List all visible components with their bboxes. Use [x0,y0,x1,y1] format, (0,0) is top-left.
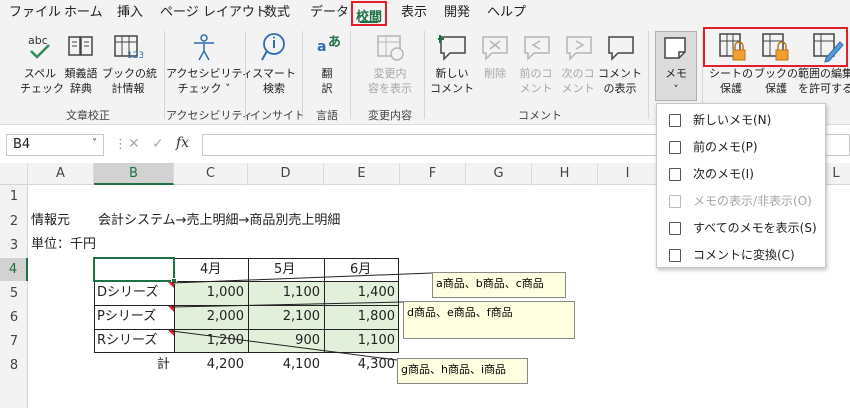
note-popup[interactable]: g商品、h商品、i商品 [397,358,528,384]
note-text: a商品、b商品、c商品 [436,277,544,290]
menu-item-label: すべてのメモを表示(S) [693,221,817,235]
show-hide-note-icon [669,195,681,208]
notes-dropdown-menu: 新しいメモ(N) 前のメモ(P) 次のメモ(I) メモの表示/非表示(O) すべ… [656,103,826,268]
note-popup[interactable]: a商品、b商品、c商品 [432,272,566,298]
note-popup[interactable]: d商品、e商品、f商品 [403,301,575,339]
new-note-icon [669,114,681,127]
menu-item-next-note[interactable]: 次のメモ(I) [657,161,825,188]
note-text: g商品、h商品、i商品 [401,363,507,376]
next-note-icon [669,168,681,181]
note-text: d商品、e商品、f商品 [407,306,513,319]
menu-item-label: 新しいメモ(N) [693,113,772,127]
menu-item-show-hide-note[interactable]: メモの表示/非表示(O) [657,188,825,215]
menu-item-label: 次のメモ(I) [693,167,754,181]
menu-item-label: メモの表示/非表示(O) [693,194,812,208]
prev-note-icon [669,141,681,154]
menu-item-prev-note[interactable]: 前のメモ(P) [657,134,825,161]
menu-item-label: コメントに変換(C) [693,248,795,262]
menu-item-new-note[interactable]: 新しいメモ(N) [657,107,825,134]
menu-item-convert-to-comments[interactable]: コメントに変換(C) [657,242,825,269]
convert-note-icon [669,249,681,262]
show-all-notes-icon [669,222,681,235]
menu-item-show-all-notes[interactable]: すべてのメモを表示(S) [657,215,825,242]
menu-item-label: 前のメモ(P) [693,140,758,154]
